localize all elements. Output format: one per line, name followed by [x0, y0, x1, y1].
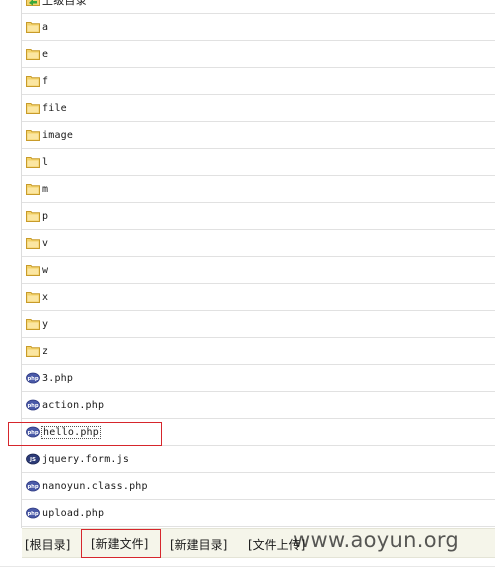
php-file-icon: php: [26, 399, 40, 411]
file-list-item[interactable]: w: [22, 257, 495, 284]
file-list-item[interactable]: x: [22, 284, 495, 311]
file-name: image: [42, 129, 74, 141]
folder-icon: [26, 129, 40, 141]
svg-text:php: php: [27, 511, 38, 517]
file-name: hello.php: [41, 425, 101, 439]
folder-icon: [26, 183, 40, 195]
file-name: file: [42, 102, 67, 114]
svg-text:php: php: [27, 430, 38, 436]
file-name: nanoyun.class.php: [42, 480, 148, 492]
parent-directory-label: 上级目录: [42, 0, 87, 7]
file-list-item[interactable]: l: [22, 149, 495, 176]
file-name: f: [42, 75, 49, 87]
folder-icon: [26, 345, 40, 357]
file-name: v: [42, 237, 49, 249]
folder-icon: [26, 291, 40, 303]
bottom-divider: [0, 566, 495, 567]
file-manager: 上级目录 a e f file image l m p v w x y z php 3.php php acti…: [0, 0, 495, 570]
php-file-icon: php: [26, 480, 40, 492]
file-list-item[interactable]: z: [22, 338, 495, 365]
folder-icon: [26, 156, 40, 168]
file-upload-link[interactable]: [文件上传]: [248, 536, 305, 553]
up-folder-icon: [26, 0, 40, 6]
folder-icon: [26, 102, 40, 114]
folder-icon: [26, 318, 40, 330]
file-list-item[interactable]: image: [22, 122, 495, 149]
file-list-item[interactable]: php nanoyun.class.php: [22, 473, 495, 500]
file-list-item[interactable]: f: [22, 68, 495, 95]
file-name: a: [42, 21, 49, 33]
file-list-item[interactable]: y: [22, 311, 495, 338]
new-file-link[interactable]: [新建文件]: [81, 529, 161, 558]
folder-icon: [26, 210, 40, 222]
action-toolbar: [根目录] [新建文件] [新建目录] [文件上传]: [22, 528, 495, 558]
file-name: upload.php: [42, 507, 105, 519]
file-list: 上级目录 a e f file image l m p v w x y z php 3.php php acti…: [22, 0, 495, 527]
php-file-icon: php: [26, 426, 40, 438]
folder-icon: [26, 48, 40, 60]
folder-icon: [26, 237, 40, 249]
root-directory-link[interactable]: [根目录]: [25, 536, 70, 553]
file-list-item[interactable]: php hello.php: [22, 419, 495, 446]
file-name: x: [42, 291, 49, 303]
parent-directory-row[interactable]: 上级目录: [22, 0, 495, 14]
file-name: m: [42, 183, 49, 195]
file-list-item[interactable]: p: [22, 203, 495, 230]
file-name: y: [42, 318, 49, 330]
file-name: z: [42, 345, 49, 357]
file-name: l: [42, 156, 49, 168]
file-list-item[interactable]: e: [22, 41, 495, 68]
file-name: action.php: [42, 399, 105, 411]
file-list-item[interactable]: JS jquery.form.js: [22, 446, 495, 473]
svg-text:php: php: [27, 484, 38, 490]
php-file-icon: php: [26, 507, 40, 519]
folder-icon: [26, 75, 40, 87]
file-name: jquery.form.js: [42, 453, 130, 465]
file-list-item[interactable]: a: [22, 14, 495, 41]
svg-text:JS: JS: [29, 457, 36, 463]
file-name: w: [42, 264, 49, 276]
file-name: p: [42, 210, 49, 222]
file-list-item[interactable]: file: [22, 95, 495, 122]
file-list-item[interactable]: php 3.php: [22, 365, 495, 392]
js-file-icon: JS: [26, 453, 40, 465]
folder-icon: [26, 264, 40, 276]
php-file-icon: php: [26, 372, 40, 384]
file-list-item[interactable]: v: [22, 230, 495, 257]
file-list-item[interactable]: php action.php: [22, 392, 495, 419]
file-list-item[interactable]: m: [22, 176, 495, 203]
new-directory-link[interactable]: [新建目录]: [170, 536, 227, 553]
file-list-item[interactable]: php upload.php: [22, 500, 495, 527]
svg-text:php: php: [27, 376, 38, 382]
svg-text:php: php: [27, 403, 38, 409]
file-name: 3.php: [42, 372, 74, 384]
file-name: e: [42, 48, 49, 60]
folder-icon: [26, 21, 40, 33]
